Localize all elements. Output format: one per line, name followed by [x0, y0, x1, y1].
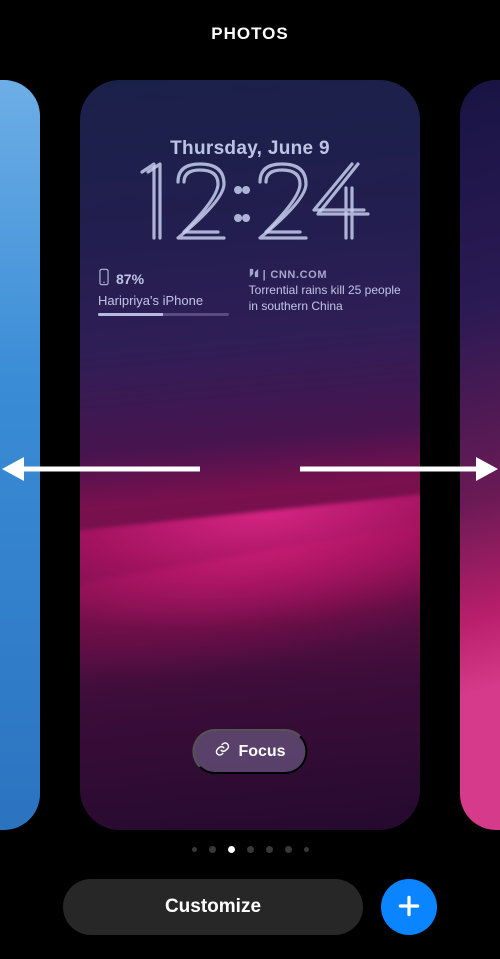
focus-label: Focus [238, 743, 285, 761]
header-title: PHOTOS [0, 24, 500, 44]
news-source: CNN.COM [270, 269, 327, 281]
plus-icon [396, 893, 422, 922]
customize-button[interactable]: Customize [63, 879, 363, 935]
wallpaper-preview-next[interactable] [460, 80, 500, 830]
page-dot [266, 846, 273, 853]
lockscreen-date: Thursday, June 9 [80, 138, 420, 160]
lockscreen-time [80, 158, 420, 253]
device-name: Haripriya's iPhone [98, 293, 229, 308]
news-source-divider: | [263, 269, 267, 281]
add-button[interactable] [381, 879, 437, 935]
phone-icon [98, 268, 110, 289]
page-dot [228, 846, 235, 853]
wallpaper-preview-current[interactable]: Thursday, June 9 [80, 80, 420, 830]
lockscreen-widgets: 87% Haripriya's iPhone | CNN.COM Torrent… [98, 268, 402, 316]
wallpaper-gallery-screen: PHOTOS Thursday, June 9 [0, 0, 500, 959]
news-headline: Torrential rains kill 25 people in south… [249, 283, 402, 314]
focus-button[interactable]: Focus [192, 729, 307, 774]
battery-bar [98, 313, 229, 316]
page-dot [304, 847, 309, 852]
link-icon [214, 741, 230, 762]
battery-widget[interactable]: 87% Haripriya's iPhone [98, 268, 229, 316]
apple-news-icon [249, 268, 259, 281]
page-dot [247, 846, 254, 853]
news-widget[interactable]: | CNN.COM Torrential rains kill 25 peopl… [249, 268, 402, 316]
bottom-bar: Customize [0, 879, 500, 935]
battery-percent: 87% [116, 271, 144, 287]
page-dot [192, 847, 197, 852]
wallpaper-preview-prev[interactable] [0, 80, 40, 830]
page-dot [285, 846, 292, 853]
page-dot [209, 846, 216, 853]
page-indicator [0, 846, 500, 853]
